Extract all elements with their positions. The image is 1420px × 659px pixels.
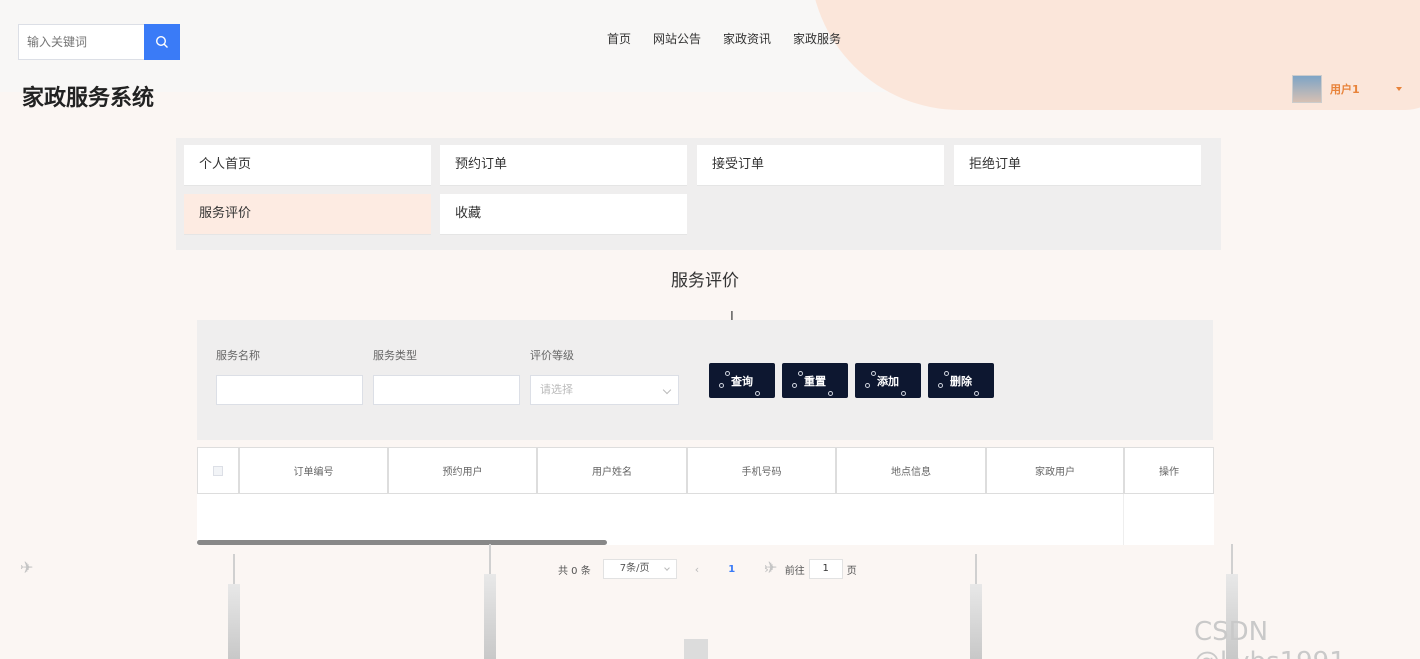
column-header[interactable]: 用户姓名 xyxy=(537,447,687,494)
nav-home[interactable]: 首页 xyxy=(607,30,631,47)
button-dot xyxy=(828,391,833,396)
button-dot xyxy=(901,391,906,396)
avatar[interactable] xyxy=(1292,75,1322,103)
menu-item-home[interactable]: 个人首页 xyxy=(184,145,431,186)
column-header[interactable]: 预约用户 xyxy=(388,447,537,494)
button-dot xyxy=(865,383,870,388)
search-button[interactable] xyxy=(144,24,180,60)
nav-services[interactable]: 家政服务 xyxy=(793,30,841,47)
delete-button[interactable]: 删除 xyxy=(928,363,994,398)
page-unit-label: 页 xyxy=(846,565,857,577)
service-type-label: 服务类型 xyxy=(373,349,417,362)
menu-item-reviews[interactable]: 服务评价 xyxy=(184,194,431,235)
select-all-checkbox[interactable] xyxy=(213,465,223,476)
search-query-button[interactable]: 查询 xyxy=(709,363,775,398)
filter-panel: 服务名称 服务类型 评价等级 请选择 查询 重置 添加 删除 xyxy=(197,320,1213,440)
table-header: 订单编号 预约用户 用户姓名 手机号码 地点信息 家政用户 操作 xyxy=(197,447,1214,494)
user-menu[interactable]: 用户1 xyxy=(1292,75,1402,103)
column-header[interactable]: 手机号码 xyxy=(687,447,836,494)
user-name[interactable]: 用户1 xyxy=(1330,81,1360,97)
horizontal-scrollbar[interactable] xyxy=(197,540,607,545)
tower-decoration xyxy=(484,544,496,659)
menu-item-rejected[interactable]: 拒绝订单 xyxy=(954,145,1201,186)
button-dot xyxy=(725,371,730,376)
search-input[interactable] xyxy=(18,24,144,60)
current-page[interactable]: 1 xyxy=(728,564,735,575)
page-size-select[interactable]: 7条/页 xyxy=(602,559,677,579)
page-size-value: 7条/页 xyxy=(619,563,650,574)
column-header: 操作 xyxy=(1124,447,1214,494)
add-button[interactable]: 添加 xyxy=(855,363,921,398)
top-nav: 首页 网站公告 家政资讯 家政服务 xyxy=(607,30,841,47)
tower-decoration xyxy=(970,554,982,659)
watermark: CSDN @kybs1991 xyxy=(1194,617,1346,659)
pagination: 共 0 条 7条/页 ‹ 1 › 前往 1 页 xyxy=(558,559,857,579)
button-dot xyxy=(871,371,876,376)
button-dot xyxy=(755,391,760,396)
prev-page-icon[interactable]: ‹ xyxy=(695,563,699,576)
airplane-icon: ✈ xyxy=(764,558,778,577)
add-label: 添加 xyxy=(877,374,899,388)
rating-select-placeholder: 请选择 xyxy=(540,383,573,396)
button-dot xyxy=(974,391,979,396)
button-dot xyxy=(798,371,803,376)
service-name-label: 服务名称 xyxy=(216,349,260,362)
center-menu: 个人首页 预约订单 接受订单 拒绝订单 服务评价 收藏 xyxy=(176,138,1221,250)
button-dot xyxy=(944,371,949,376)
data-table: 订单编号 预约用户 用户姓名 手机号码 地点信息 家政用户 操作 xyxy=(197,447,1214,545)
nav-announcements[interactable]: 网站公告 xyxy=(653,30,701,47)
menu-item-favorites[interactable]: 收藏 xyxy=(440,194,687,235)
delete-label: 删除 xyxy=(950,374,972,388)
search-icon xyxy=(155,35,168,48)
service-type-input[interactable] xyxy=(373,375,520,405)
total-count: 共 0 条 xyxy=(558,565,591,577)
button-dot xyxy=(938,383,943,388)
column-header[interactable]: 地点信息 xyxy=(836,447,986,494)
page-title: 服务评价 xyxy=(671,271,739,291)
site-title: 家政服务系统 xyxy=(22,86,155,111)
building-decoration xyxy=(684,639,708,659)
button-dot xyxy=(719,383,724,388)
menu-item-accepted[interactable]: 接受订单 xyxy=(697,145,944,186)
rating-select[interactable]: 请选择 xyxy=(530,375,679,405)
search-bar xyxy=(18,24,180,60)
goto-label: 前往 xyxy=(784,565,805,577)
service-name-input[interactable] xyxy=(216,375,363,405)
goto-page-input[interactable]: 1 xyxy=(808,559,843,579)
menu-item-bookings[interactable]: 预约订单 xyxy=(440,145,687,186)
chevron-down-icon xyxy=(662,385,672,395)
button-dot xyxy=(792,383,797,388)
airplane-icon: ✈ xyxy=(20,558,34,577)
select-all-cell xyxy=(197,447,239,494)
caret-down-icon[interactable] xyxy=(1395,87,1402,91)
tower-decoration xyxy=(228,554,240,659)
operation-column-divider xyxy=(1123,494,1124,545)
chevron-down-icon xyxy=(663,565,670,571)
search-query-label: 查询 xyxy=(731,374,753,388)
column-header[interactable]: 家政用户 xyxy=(986,447,1124,494)
column-header[interactable]: 订单编号 xyxy=(239,447,388,494)
rating-label: 评价等级 xyxy=(530,349,574,362)
nav-news[interactable]: 家政资讯 xyxy=(723,30,771,47)
reset-button[interactable]: 重置 xyxy=(782,363,848,398)
reset-label: 重置 xyxy=(804,374,826,388)
